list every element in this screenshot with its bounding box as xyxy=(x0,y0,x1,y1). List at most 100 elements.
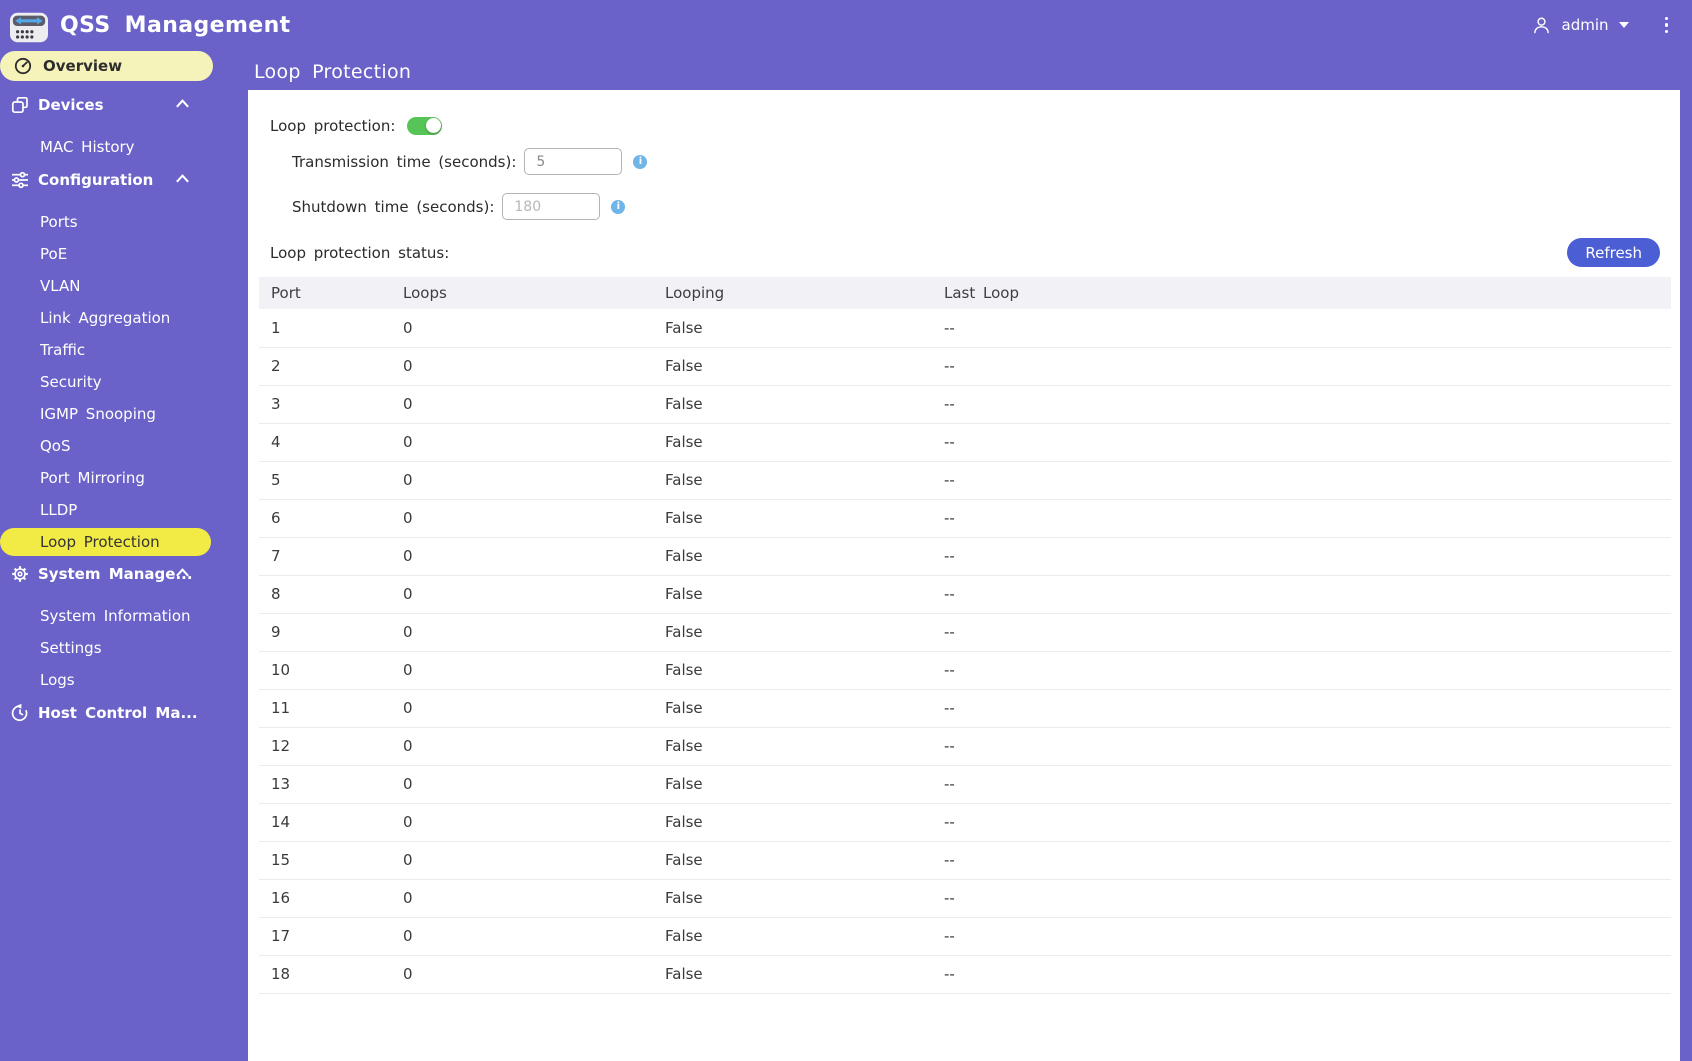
refresh-button[interactable]: Refresh xyxy=(1567,238,1660,267)
table-row: 14 0 False -- xyxy=(259,803,1671,842)
cell-loops: 0 xyxy=(391,575,653,614)
sidebar-item-igmp-snooping[interactable]: IGMP Snooping xyxy=(0,399,240,429)
column-header-port: Port xyxy=(259,277,391,309)
sidebar-item-system-manage[interactable]: System Manage... xyxy=(0,559,240,589)
column-header-loops: Loops xyxy=(391,277,653,309)
gear-icon xyxy=(10,564,30,584)
cell-last-loop: -- xyxy=(932,309,1671,348)
sidebar-item-loop-protection[interactable]: Loop Protection xyxy=(0,528,211,556)
sidebar-item-label: Devices xyxy=(38,96,104,114)
cell-last-loop: -- xyxy=(932,765,1671,804)
cell-last-loop: -- xyxy=(932,689,1671,728)
table-row: 15 0 False -- xyxy=(259,841,1671,880)
sidebar-item-logs[interactable]: Logs xyxy=(0,665,240,695)
cell-port: 5 xyxy=(259,461,391,500)
table-row: 17 0 False -- xyxy=(259,917,1671,956)
sidebar-item-label: LLDP xyxy=(40,501,78,519)
table-row: 4 0 False -- xyxy=(259,423,1671,462)
chevron-up-icon[interactable] xyxy=(172,567,192,578)
sidebar-item-system-information[interactable]: System Information xyxy=(0,601,240,631)
sidebar-item-configuration[interactable]: Configuration xyxy=(0,165,240,195)
cell-looping: False xyxy=(653,651,932,690)
person-icon xyxy=(1533,17,1549,33)
sidebar-item-label: Ports xyxy=(40,213,78,231)
info-icon[interactable]: i xyxy=(633,154,648,169)
sidebar-item-traffic[interactable]: Traffic xyxy=(0,335,240,365)
sidebar-item-settings[interactable]: Settings xyxy=(0,633,240,663)
cell-looping: False xyxy=(653,575,932,614)
cell-looping: False xyxy=(653,499,932,538)
table-row: 2 0 False -- xyxy=(259,347,1671,386)
sidebar-item-link-aggregation[interactable]: Link Aggregation xyxy=(0,303,240,333)
sidebar-item-port-mirroring[interactable]: Port Mirroring xyxy=(0,463,240,493)
loop-status-table-wrap: Port Loops Looping Last Loop 1 0 False -- 2 0 Fal… xyxy=(259,277,1671,994)
loop-protection-toggle[interactable] xyxy=(407,116,443,135)
chevron-up-icon[interactable] xyxy=(172,173,192,184)
table-row: 6 0 False -- xyxy=(259,499,1671,538)
table-row: 1 0 False -- xyxy=(259,309,1671,348)
cell-port: 6 xyxy=(259,499,391,538)
cell-port: 9 xyxy=(259,613,391,652)
cell-looping: False xyxy=(653,917,932,956)
cell-looping: False xyxy=(653,613,932,652)
cell-port: 3 xyxy=(259,385,391,424)
shutdown-time-input[interactable] xyxy=(502,193,601,220)
cell-looping: False xyxy=(653,461,932,500)
transmission-time-input[interactable] xyxy=(524,148,623,175)
sidebar-item-qos[interactable]: QoS xyxy=(0,431,240,461)
chevron-up-icon[interactable] xyxy=(172,98,192,109)
cell-loops: 0 xyxy=(391,727,653,766)
sidebar-item-ports[interactable]: Ports xyxy=(0,207,240,237)
cell-port: 11 xyxy=(259,689,391,728)
sidebar-item-security[interactable]: Security xyxy=(0,367,240,397)
sidebar-item-label: IGMP Snooping xyxy=(40,405,156,423)
history-icon xyxy=(10,703,30,723)
cell-port: 14 xyxy=(259,803,391,842)
user-menu[interactable]: admin xyxy=(1531,15,1629,36)
cell-port: 18 xyxy=(259,955,391,994)
cell-looping: False xyxy=(653,537,932,576)
loop-protection-card: Loop protection: Transmission time (seco… xyxy=(248,90,1680,1061)
sidebar-item-label: Link Aggregation xyxy=(40,309,171,327)
cell-last-loop: -- xyxy=(932,727,1671,766)
cell-last-loop: -- xyxy=(932,613,1671,652)
top-bar: QSS Management admin xyxy=(0,0,1692,50)
chevron-down-icon xyxy=(1618,22,1629,28)
table-row: 18 0 False -- xyxy=(259,955,1671,994)
cell-port: 8 xyxy=(259,575,391,614)
cell-loops: 0 xyxy=(391,841,653,880)
cell-last-loop: -- xyxy=(932,499,1671,538)
cell-last-loop: -- xyxy=(932,575,1671,614)
sidebar-item-lldp[interactable]: LLDP xyxy=(0,495,240,525)
sidebar-item-overview[interactable]: Overview xyxy=(0,51,213,81)
sliders-icon xyxy=(10,170,30,190)
kebab-menu-icon[interactable] xyxy=(1659,14,1675,37)
cell-port: 15 xyxy=(259,841,391,880)
user-name: admin xyxy=(1561,16,1609,34)
sidebar-item-label: MAC History xyxy=(40,138,135,156)
cell-looping: False xyxy=(653,765,932,804)
cell-looping: False xyxy=(653,803,932,842)
cell-looping: False xyxy=(653,423,932,462)
cell-looping: False xyxy=(653,955,932,994)
table-row: 12 0 False -- xyxy=(259,727,1671,766)
sidebar-item-poe[interactable]: PoE xyxy=(0,239,240,269)
sidebar-item-devices[interactable]: Devices xyxy=(0,90,240,120)
cell-port: 17 xyxy=(259,917,391,956)
sidebar-item-label: Overview xyxy=(43,57,123,75)
cell-loops: 0 xyxy=(391,651,653,690)
cell-loops: 0 xyxy=(391,537,653,576)
sidebar-item-vlan[interactable]: VLAN xyxy=(0,271,240,301)
sidebar-item-label: Port Mirroring xyxy=(40,469,145,487)
cell-looping: False xyxy=(653,385,932,424)
transmission-time-label: Transmission time (seconds): xyxy=(292,152,517,171)
main-content: Loop Protection Loop protection: Transmi… xyxy=(240,50,1692,1061)
cell-looping: False xyxy=(653,347,932,386)
cell-looping: False xyxy=(653,879,932,918)
sidebar-item-host-control-ma[interactable]: Host Control Ma... xyxy=(0,698,240,728)
cell-last-loop: -- xyxy=(932,841,1671,880)
info-icon[interactable]: i xyxy=(611,199,626,214)
sidebar-item-mac-history[interactable]: MAC History xyxy=(0,132,240,162)
cell-last-loop: -- xyxy=(932,651,1671,690)
sidebar-item-label: System Manage... xyxy=(38,565,193,583)
